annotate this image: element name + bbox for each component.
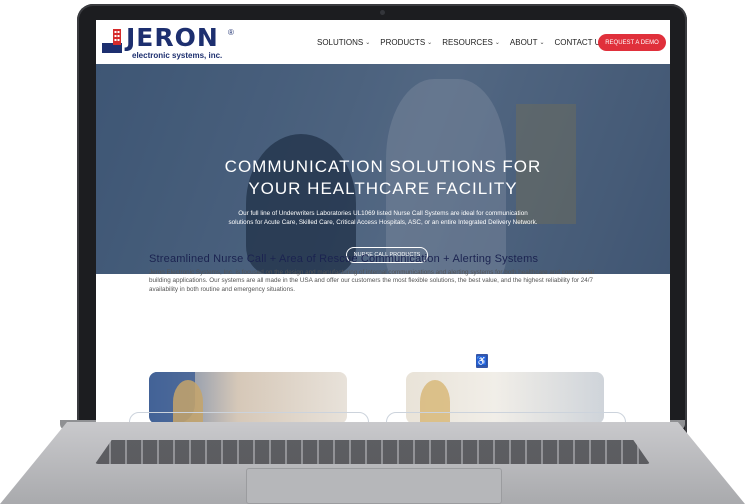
jeron-logo[interactable]: JERON ® electronic systems, inc. xyxy=(102,23,234,60)
main-menu: SOLUTIONS ⌄ PRODUCTS ⌄ RESOURCES ⌄ ABOUT… xyxy=(317,38,613,47)
hero-title-line1: COMMUNICATION SOLUTIONS FOR xyxy=(224,157,542,176)
chevron-down-icon: ⌄ xyxy=(494,40,500,46)
webcam-icon xyxy=(380,10,385,15)
laptop-trackpad xyxy=(246,468,502,504)
laptop-keyboard xyxy=(95,440,650,464)
site-header: JERON ® electronic systems, inc. SOLUTIO… xyxy=(96,20,670,64)
intro-paragraph: Jeron Electronic Systems, Inc. is focuse… xyxy=(149,269,594,293)
hero-banner: COMMUNICATION SOLUTIONS FOR YOUR HEALTHC… xyxy=(96,64,670,274)
card-outline-right xyxy=(386,412,626,422)
chevron-down-icon: ⌄ xyxy=(365,40,371,46)
request-demo-button[interactable]: REQUEST A DEMO xyxy=(598,34,666,51)
menu-item-about[interactable]: ABOUT ⌄ xyxy=(510,38,545,47)
registered-mark: ® xyxy=(228,28,234,37)
menu-item-resources[interactable]: RESOURCES ⌄ xyxy=(442,38,500,47)
menu-item-products[interactable]: PRODUCTS ⌄ xyxy=(380,38,432,47)
website-screen: JERON ® electronic systems, inc. SOLUTIO… xyxy=(96,20,670,422)
menu-item-label: SOLUTIONS xyxy=(317,38,364,47)
hero-title-line2: YOUR HEALTHCARE FACILITY xyxy=(248,179,518,198)
menu-item-label: PRODUCTS xyxy=(380,38,426,47)
hero-title: COMMUNICATION SOLUTIONS FOR YOUR HEALTHC… xyxy=(96,156,670,200)
menu-item-label: ABOUT xyxy=(509,38,538,47)
hero-description: Our full line of Underwriters Laboratori… xyxy=(228,210,538,226)
logo-wordmark: JERON xyxy=(126,23,219,52)
menu-item-solutions[interactable]: SOLUTIONS ⌄ xyxy=(317,38,370,47)
intro-heading: Streamlined Nurse Call + Area of Rescue … xyxy=(149,253,539,265)
menu-item-label: RESOURCES xyxy=(442,38,493,47)
chevron-down-icon: ⌄ xyxy=(427,40,433,46)
chevron-down-icon: ⌄ xyxy=(539,40,545,46)
jeron-logo-mark-icon xyxy=(102,29,122,53)
accessible-sign-icon: ♿ xyxy=(476,354,488,368)
card-outline-left xyxy=(129,412,369,422)
logo-tagline: electronic systems, inc. xyxy=(132,51,223,60)
